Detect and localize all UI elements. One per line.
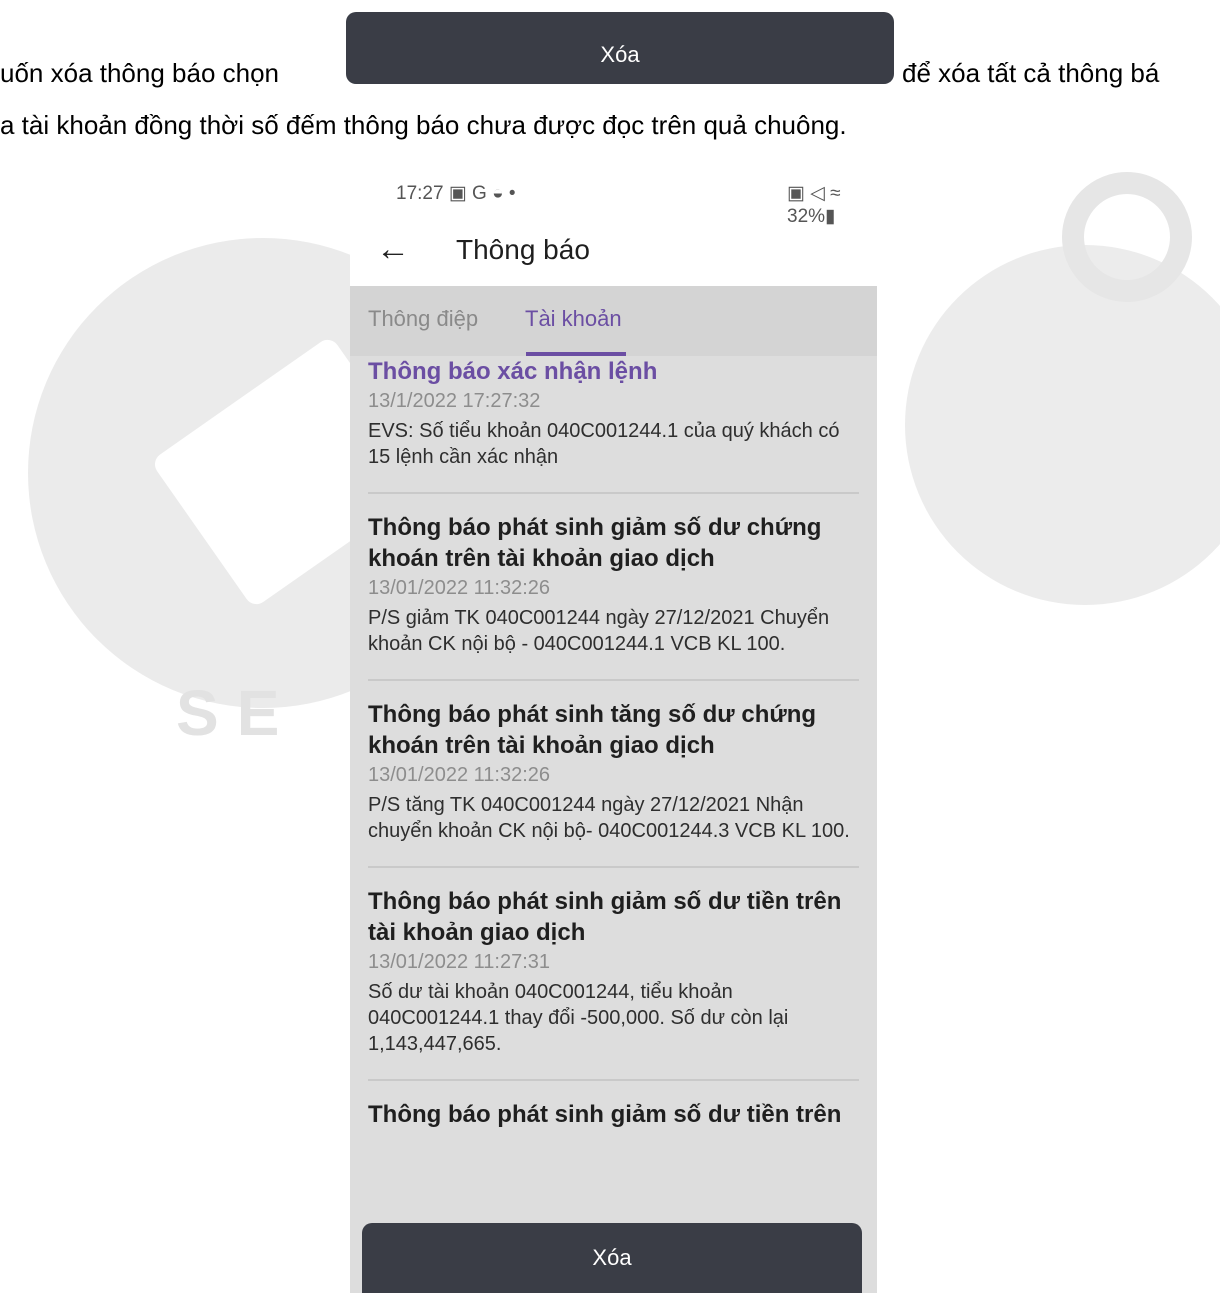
notification-time: 13/01/2022 11:32:26 [368,764,551,786]
notification-body: EVS: Số tiểu khoản 040C001244.1 của quý … [368,420,840,468]
instruction-text-line-2: a tài khoản đồng thời số đếm thông báo c… [0,110,847,140]
notification-title: Thông báo phát sinh giảm số dư chứng kho… [368,514,822,572]
notification-body: P/S giảm TK 040C001244 ngày 27/12/2021 C… [368,607,830,655]
divider [368,492,859,494]
notification-title: Thông báo phát sinh giảm số dư tiền trên [368,1101,842,1128]
notification-item[interactable]: Thông báo phát sinh tăng số dư chứng kho… [350,699,877,844]
notification-time: 13/01/2022 11:32:26 [368,577,551,599]
notification-list: Thông báo xác nhận lệnh 13/1/2022 17:27:… [350,356,877,1130]
notification-item[interactable]: Thông báo phát sinh giảm số dư tiền trên [350,1099,877,1130]
divider [368,679,859,681]
watermark-logo-icon [1062,172,1192,302]
notification-body: P/S tăng TK 040C001244 ngày 27/12/2021 N… [368,794,850,842]
divider [368,866,859,868]
notification-time: 13/01/2022 11:27:31 [368,951,551,973]
tab-bar: Thông điệp Tài khoản [350,286,877,356]
page-title: Thông báo [456,234,590,265]
phone-screenshot: 17:27 ▣ G ◒ • ▣ ◁ ≈ 32%▮ ← Thông báo Thô… [350,158,877,1293]
back-arrow-icon[interactable]: ← [376,230,410,269]
watermark-s-shape [905,245,1220,605]
delete-all-button[interactable]: Xóa [362,1223,862,1293]
notification-title: Thông báo phát sinh tăng số dư chứng kho… [368,701,817,759]
instruction-text-right: để xóa tất cả thông bá [902,58,1160,88]
notification-content: Thông điệp Tài khoản Thông báo xác nhận … [350,286,877,1293]
status-bar: 17:27 ▣ G ◒ • ▣ ◁ ≈ 32%▮ [350,158,877,228]
notification-title: Thông báo phát sinh giảm số dư tiền trên… [368,888,842,946]
notification-item[interactable]: Thông báo xác nhận lệnh 13/1/2022 17:27:… [350,356,877,470]
tab-account[interactable]: Tài khoản [525,306,622,332]
notification-title: Thông báo xác nhận lệnh [368,358,658,385]
divider [368,1079,859,1081]
inline-delete-button-illustration: Xóa [346,12,894,84]
notification-body: Số dư tài khoản 040C001244, tiểu khoản 0… [368,981,789,1055]
watermark-text: SE [176,677,298,749]
tab-messages[interactable]: Thông điệp [368,306,478,332]
notification-item[interactable]: Thông báo phát sinh giảm số dư tiền trên… [350,886,877,1057]
instruction-text-left: uốn xóa thông báo chọn [0,58,280,88]
status-time: 17:27 ▣ G ◒ • [396,183,516,204]
status-indicators: ▣ ◁ ≈ 32%▮ [787,183,841,227]
notification-item[interactable]: Thông báo phát sinh giảm số dư chứng kho… [350,512,877,657]
app-header: ← Thông báo [350,228,877,286]
notification-time: 13/1/2022 17:27:32 [368,390,541,412]
